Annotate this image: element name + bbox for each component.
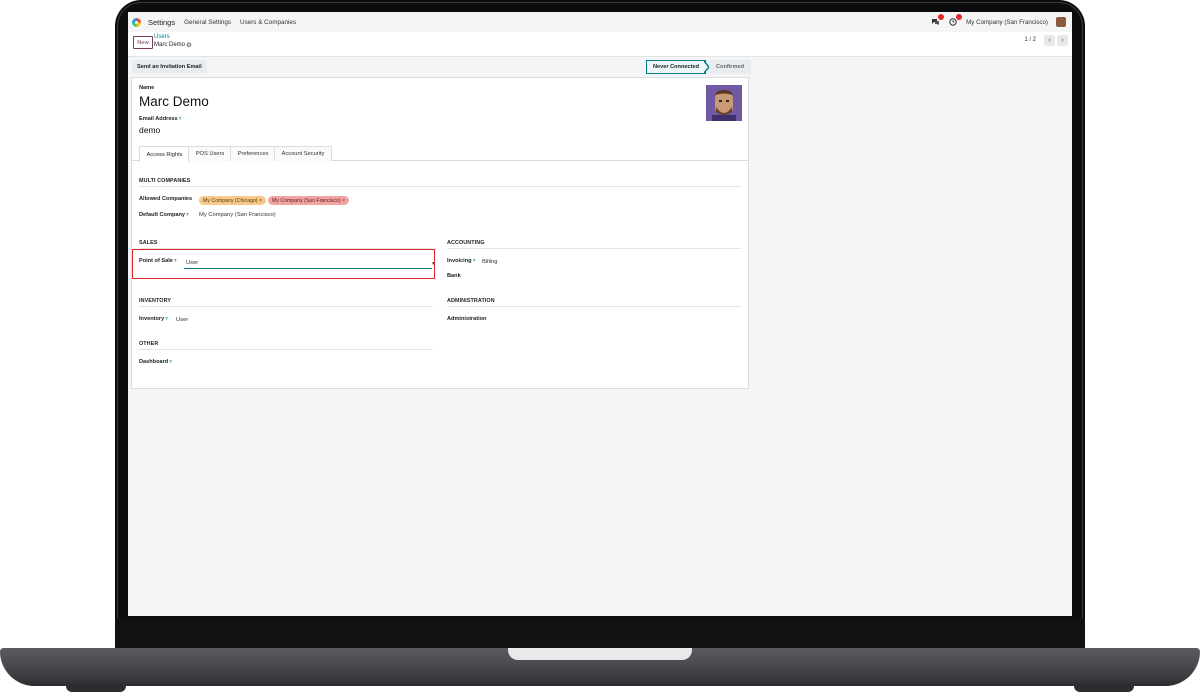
chevron-right-icon[interactable]: › xyxy=(1057,35,1068,46)
section-divider xyxy=(447,248,741,249)
user-photo[interactable] xyxy=(706,85,742,121)
laptop-foot xyxy=(1074,686,1134,692)
top-navbar: Settings General Settings Users & Compan… xyxy=(128,12,1072,33)
invoicing-label-text: Invoicing xyxy=(447,258,472,264)
section-inventory: INVENTORY xyxy=(139,298,172,304)
remove-tag-icon[interactable]: × xyxy=(342,198,345,204)
app-screen: Settings General Settings Users & Compan… xyxy=(128,12,1072,616)
control-panel: New Users Marc Demo ⚙ 1 / 2 ‹ › xyxy=(128,32,1072,57)
help-icon[interactable]: ? xyxy=(179,116,182,121)
tab-pos-users[interactable]: POS Users xyxy=(188,146,232,161)
email-label-text: Email Address xyxy=(139,116,178,122)
section-other: OTHER xyxy=(139,341,159,347)
pager-value[interactable]: 1 / 2 xyxy=(1024,37,1036,43)
highlight-box xyxy=(132,249,435,279)
tab-preferences[interactable]: Preferences xyxy=(230,146,276,161)
form-tabs: Access Rights POS Users Preferences Acco… xyxy=(132,145,748,162)
section-divider xyxy=(139,186,741,187)
send-invitation-button[interactable]: Send an Invitation Email xyxy=(132,60,207,73)
user-avatar[interactable] xyxy=(1056,17,1066,27)
help-icon[interactable]: ? xyxy=(186,212,189,217)
chat-icon[interactable] xyxy=(930,14,945,27)
app-name[interactable]: Settings xyxy=(148,18,175,27)
help-icon[interactable]: ? xyxy=(169,359,172,364)
activity-clock-icon[interactable] xyxy=(948,14,963,27)
status-row: Send an Invitation Email Never Connected… xyxy=(132,60,751,74)
menu-general-settings[interactable]: General Settings xyxy=(184,19,231,26)
invoicing-select[interactable]: Billing xyxy=(482,259,497,265)
status-never-connected[interactable]: Never Connected xyxy=(646,60,706,74)
laptop-bezel xyxy=(115,618,1085,650)
chevron-left-icon[interactable]: ‹ xyxy=(1044,35,1055,46)
default-company-label-text: Default Company xyxy=(139,212,185,218)
dashboard-label: Dashboard? xyxy=(139,359,172,365)
company-tag[interactable]: My Company (Chicago) × xyxy=(199,196,266,205)
administration-label: Administration xyxy=(447,316,487,322)
dashboard-label-text: Dashboard xyxy=(139,359,169,365)
bank-label: Bank xyxy=(447,273,461,279)
invoicing-label: Invoicing? xyxy=(447,258,475,264)
section-divider xyxy=(139,349,433,350)
help-icon[interactable]: ? xyxy=(473,258,476,263)
form-sheet: Name Marc Demo Email Address? demo Acces… xyxy=(131,77,749,389)
status-confirmed[interactable]: Confirmed xyxy=(709,60,751,74)
default-company-label: Default Company? xyxy=(139,212,189,218)
help-icon[interactable]: ? xyxy=(165,316,168,321)
menu-users-companies[interactable]: Users & Companies xyxy=(240,19,296,26)
allowed-companies-label: Allowed Companies xyxy=(139,196,193,202)
new-button[interactable]: New xyxy=(133,36,153,49)
tab-access-rights[interactable]: Access Rights xyxy=(139,146,190,162)
email-field[interactable]: demo xyxy=(139,125,160,135)
laptop-foot xyxy=(66,686,126,692)
name-field[interactable]: Marc Demo xyxy=(139,94,209,109)
company-tag-label: My Company (San Francisco) xyxy=(272,197,341,204)
tab-account-security[interactable]: Account Security xyxy=(274,146,332,161)
breadcrumb-users-link[interactable]: Users xyxy=(154,34,170,40)
section-divider xyxy=(447,306,741,307)
name-label: Name xyxy=(139,85,155,91)
inventory-label-text: Inventory xyxy=(139,316,165,322)
notification-badge xyxy=(938,14,945,20)
notification-badge xyxy=(956,14,963,20)
default-company-field[interactable]: My Company (San Francisco) xyxy=(199,212,276,218)
section-administration: ADMINISTRATION xyxy=(447,298,495,304)
section-multi-companies: MULTI COMPANIES xyxy=(139,178,191,184)
inventory-select[interactable]: User xyxy=(176,317,188,323)
inventory-label: Inventory? xyxy=(139,316,168,322)
company-switcher[interactable]: My Company (San Francisco) xyxy=(966,19,1048,26)
company-tag[interactable]: My Company (San Francisco) × xyxy=(268,196,350,205)
email-label: Email Address? xyxy=(139,116,181,122)
breadcrumb-current: Marc Demo xyxy=(154,42,186,48)
section-divider xyxy=(139,306,433,307)
remove-tag-icon[interactable]: × xyxy=(259,198,262,204)
section-accounting: ACCOUNTING xyxy=(447,240,485,246)
laptop-notch xyxy=(508,648,692,660)
company-tag-label: My Company (Chicago) xyxy=(203,197,258,204)
section-sales: SALES xyxy=(139,240,158,246)
gear-icon[interactable]: ⚙ xyxy=(186,41,192,49)
odoo-logo-icon[interactable] xyxy=(132,17,141,27)
